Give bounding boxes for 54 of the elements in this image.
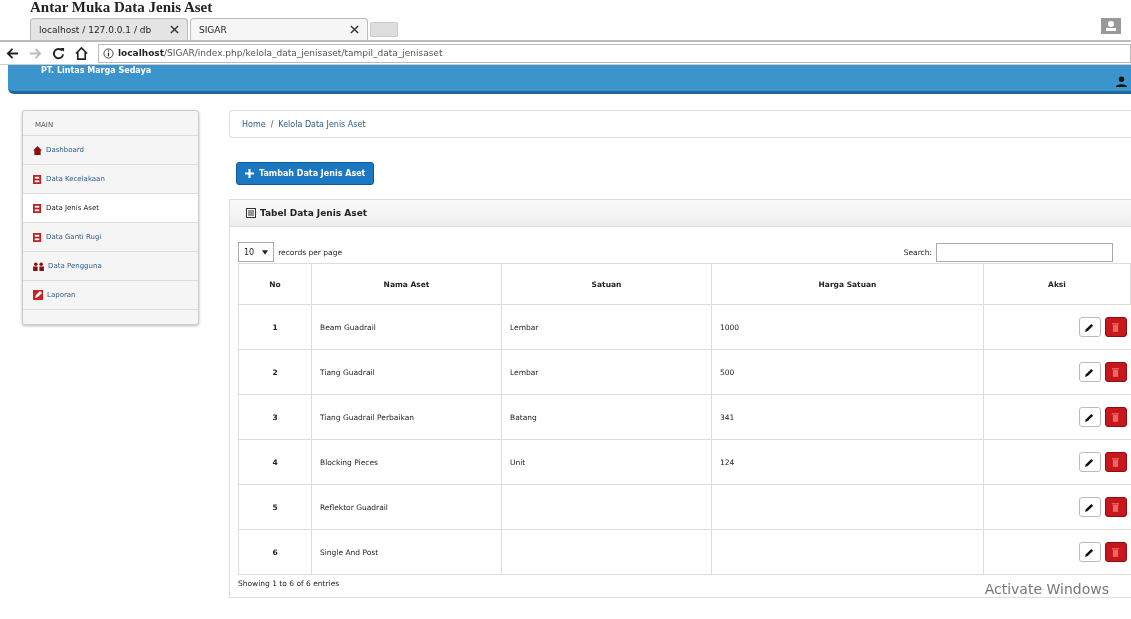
edit-button[interactable] (1078, 452, 1101, 472)
brand-name: PT. Lintas Marga Sedaya (41, 66, 152, 77)
add-button[interactable]: Tambah Data Jenis Aset (236, 162, 375, 185)
trash-icon (1112, 367, 1119, 377)
delete-button[interactable] (1104, 362, 1127, 382)
pencil-icon (1085, 547, 1094, 557)
delete-button[interactable] (1104, 497, 1127, 517)
house-icon (33, 145, 42, 155)
edit-icon (33, 290, 43, 300)
address-field[interactable]: localhost/SIGAR/index.php/kelola_data_jenisaset/tampil_data_jenisaset (98, 43, 1131, 63)
delete-button[interactable] (1104, 407, 1127, 427)
user-icon[interactable] (1116, 75, 1127, 87)
caret-icon (262, 249, 269, 255)
back-icon[interactable] (6, 46, 19, 60)
delete-button[interactable] (1104, 317, 1127, 337)
trash-icon (1112, 502, 1119, 512)
pencil-icon (1085, 457, 1094, 467)
document-icon (33, 203, 42, 213)
browser-tab[interactable]: localhost / 127.0.0.1 / db (30, 18, 188, 40)
profile-icon[interactable] (1101, 18, 1121, 34)
home-icon[interactable] (75, 46, 88, 60)
reload-icon[interactable] (52, 46, 65, 60)
page-size-select[interactable]: 10 (238, 242, 275, 262)
document-icon (33, 174, 42, 184)
breadcrumb-item: / (270, 119, 274, 129)
trash-icon (1112, 322, 1119, 332)
document-caption: Antar Muka Data Jenis Aset (29, 0, 214, 16)
trash-icon (1112, 547, 1119, 557)
pencil-icon (1085, 502, 1094, 512)
breadcrumb-item[interactable]: Kelola Data Jenis Aset (278, 119, 366, 129)
info-icon (103, 47, 114, 59)
edit-button[interactable] (1078, 497, 1101, 517)
activation-notice: Activate Windows (984, 581, 1110, 597)
close-icon[interactable] (350, 25, 359, 34)
breadcrumb-item[interactable]: Home (242, 119, 266, 129)
edit-button[interactable] (1078, 362, 1101, 382)
search-field[interactable] (936, 242, 1113, 262)
pencil-icon (1085, 322, 1094, 332)
delete-button[interactable] (1104, 452, 1127, 472)
plus-icon (245, 169, 254, 178)
list-icon (246, 208, 256, 218)
delete-button[interactable] (1104, 542, 1127, 562)
pencil-icon (1085, 367, 1094, 377)
document-icon (33, 232, 42, 242)
edit-button[interactable] (1078, 407, 1101, 427)
edit-button[interactable] (1078, 317, 1101, 337)
users-icon (33, 261, 44, 271)
edit-button[interactable] (1078, 542, 1101, 562)
trash-icon (1112, 457, 1119, 467)
browser-tab[interactable]: SIGAR (190, 18, 368, 40)
trash-icon (1112, 412, 1119, 422)
panel-title: Tabel Data Jenis Aset (260, 208, 368, 218)
pencil-icon (1085, 412, 1094, 422)
close-icon[interactable] (170, 25, 179, 34)
